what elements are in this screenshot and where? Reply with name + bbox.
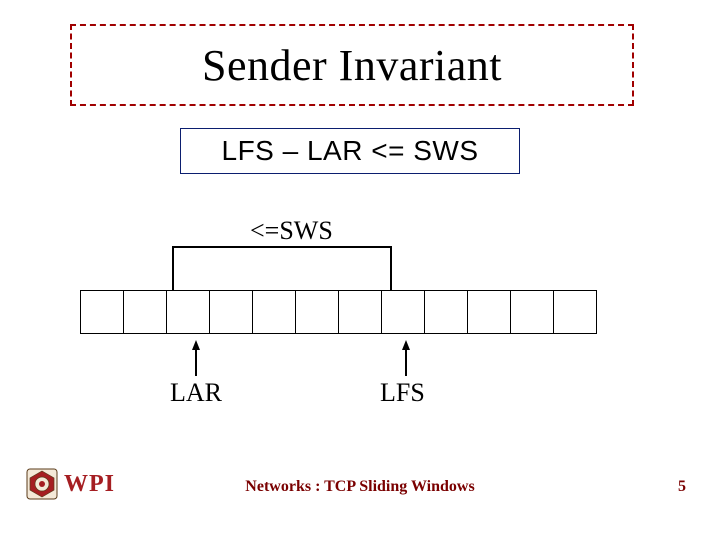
lfs-label: LFS [380, 378, 425, 408]
title-box: Sender Invariant [70, 24, 634, 106]
lar-pointer-arrow-icon [190, 340, 202, 376]
bracket-right [390, 246, 392, 290]
buffer-cell [123, 290, 167, 334]
slide: Sender Invariant LFS – LAR <= SWS <=SWS … [0, 0, 720, 540]
buffer-cell [467, 290, 511, 334]
bracket-top [172, 246, 390, 248]
buffer-cell [338, 290, 382, 334]
bracket-left [172, 246, 174, 290]
buffer-cell [80, 290, 124, 334]
buffer-cell [510, 290, 554, 334]
lar-label: LAR [170, 378, 222, 408]
invariant-equation: LFS – LAR <= SWS [222, 135, 479, 167]
slide-title: Sender Invariant [202, 40, 502, 91]
buffer-cell [381, 290, 425, 334]
lfs-pointer-arrow-icon [400, 340, 412, 376]
buffer-cell [166, 290, 210, 334]
buffer-cell [209, 290, 253, 334]
buffer-cell [424, 290, 468, 334]
invariant-box: LFS – LAR <= SWS [180, 128, 520, 174]
wpi-seal-icon [26, 468, 58, 500]
wpi-logo-text: WPI [64, 471, 115, 498]
buffer-row [80, 290, 597, 334]
page-number: 5 [678, 478, 686, 496]
buffer-cell [553, 290, 597, 334]
buffer-cell [295, 290, 339, 334]
sws-annotation: <=SWS [250, 216, 333, 246]
wpi-logo: WPI [26, 468, 115, 500]
buffer-cell [252, 290, 296, 334]
